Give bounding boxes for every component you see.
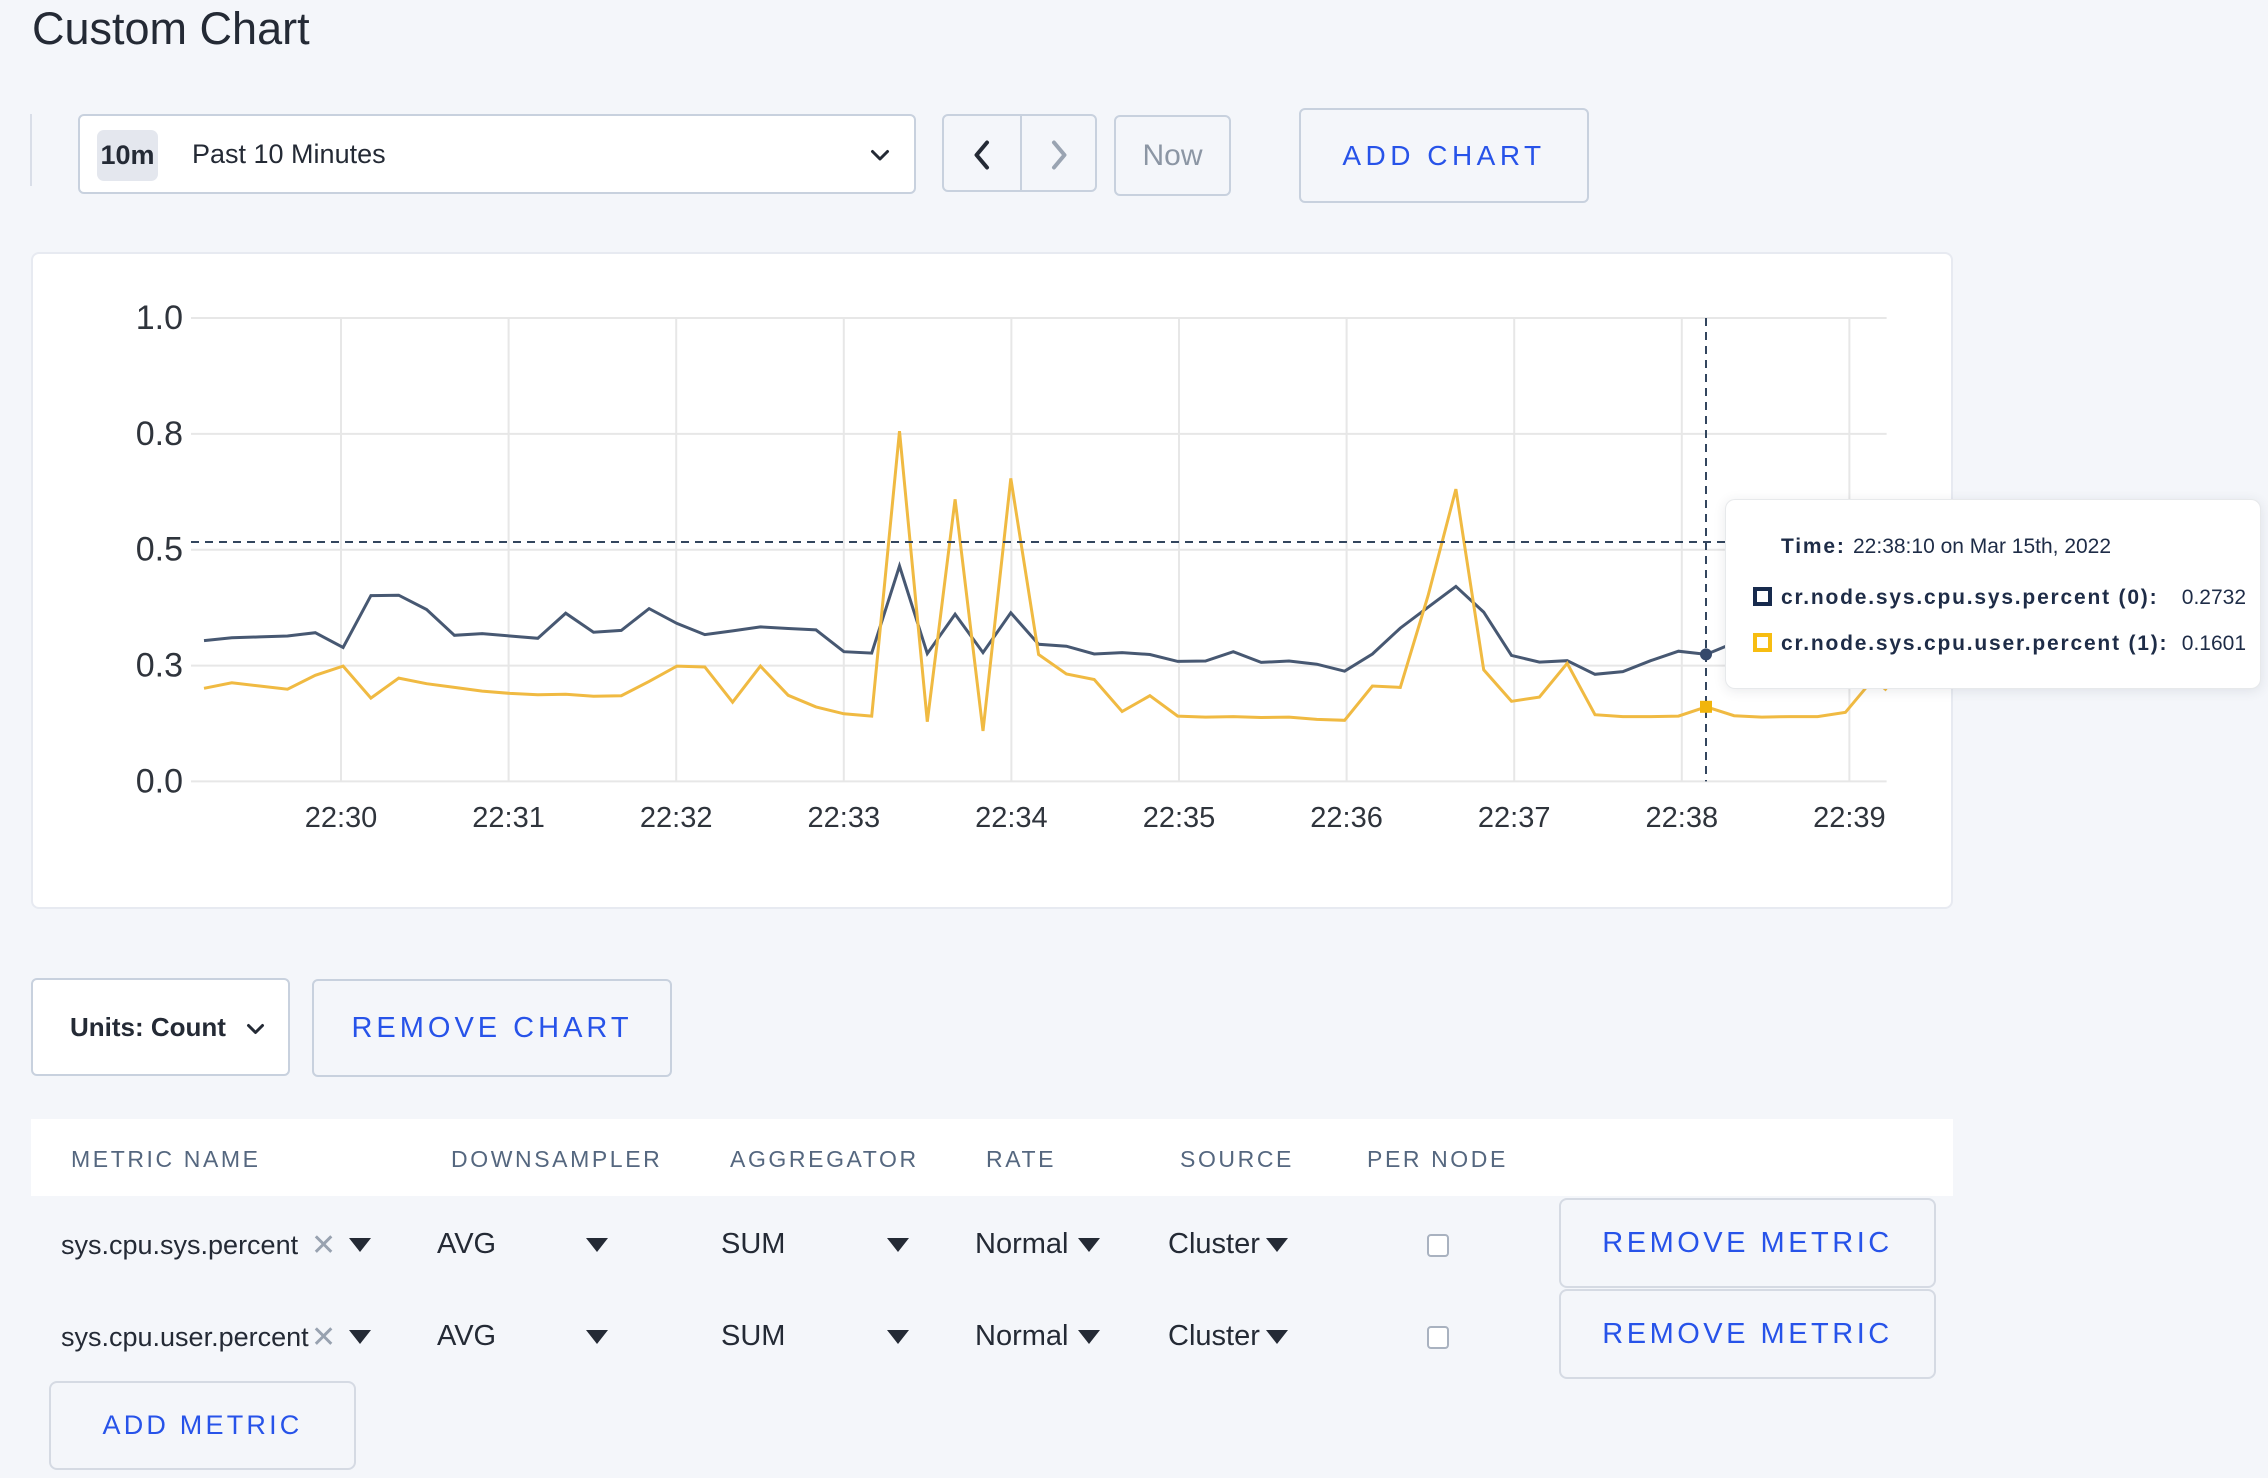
svg-text:22:39: 22:39	[1813, 802, 1886, 834]
svg-text:22:33: 22:33	[808, 802, 881, 834]
svg-text:0.5: 0.5	[136, 531, 183, 569]
svg-text:22:34: 22:34	[975, 802, 1048, 834]
svg-text:0.3: 0.3	[136, 647, 183, 685]
svg-text:0.0: 0.0	[136, 762, 183, 800]
svg-text:0.8: 0.8	[136, 415, 183, 453]
svg-text:22:38: 22:38	[1646, 802, 1719, 834]
svg-text:22:31: 22:31	[472, 802, 545, 834]
svg-text:22:36: 22:36	[1310, 802, 1383, 834]
svg-text:22:37: 22:37	[1478, 802, 1551, 834]
svg-text:22:35: 22:35	[1143, 802, 1216, 834]
svg-text:1.0: 1.0	[136, 299, 183, 337]
svg-text:22:30: 22:30	[305, 802, 378, 834]
svg-text:22:32: 22:32	[640, 802, 713, 834]
